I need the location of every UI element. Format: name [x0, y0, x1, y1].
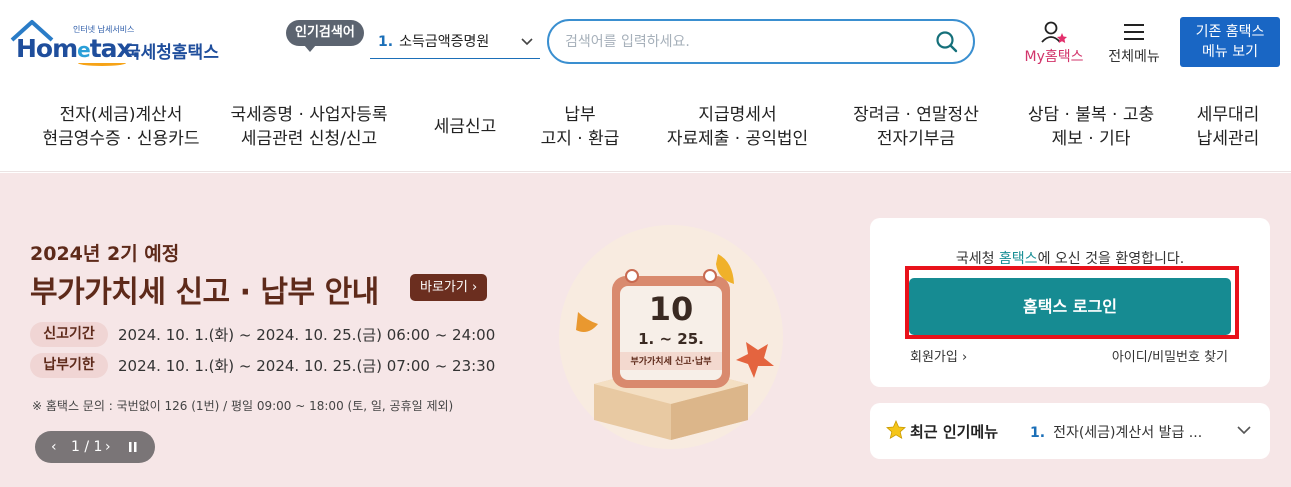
star-icon: [886, 419, 906, 444]
highlight-box: [905, 266, 1239, 339]
chevron-right-icon: ›: [471, 280, 478, 295]
logo-wordmark: Hometax.: [16, 34, 141, 63]
calendar-illustration: 10 1. ~ 25. 부가가치세 신고·납부: [558, 224, 784, 450]
header: 인터넷 납세서비스 Hometax. 국세청홈택스 인기검색어 1. 소득금액증명…: [0, 0, 1291, 86]
old-menu-button[interactable]: 기존 홈택스 메뉴 보기: [1180, 17, 1280, 67]
all-menu-label: 전체메뉴: [1108, 49, 1160, 65]
search-input[interactable]: [565, 30, 925, 54]
nav-item-payment-statements[interactable]: 지급명세서 자료제출 · 공익법인: [655, 103, 820, 151]
chevron-down-icon[interactable]: [1236, 420, 1252, 444]
old-menu-line2: 메뉴 보기: [1202, 44, 1258, 60]
banner-subtitle: 2024년 2기 예정: [30, 243, 180, 265]
chevron-right-icon: ›: [961, 350, 968, 365]
recent-menu-title: 최근 인기메뉴: [910, 423, 999, 441]
login-card: 국세청 홈택스에 오신 것을 환영합니다. 홈택스 로그인 회원가입 › 아이디…: [870, 218, 1270, 387]
recent-popular-menu: 최근 인기메뉴 1. 전자(세금)계산서 발급 ...: [870, 403, 1270, 459]
all-menu-button[interactable]: 전체메뉴: [1102, 20, 1166, 68]
pager-count: 1 / 1: [71, 439, 103, 455]
calendar-range: 1. ~ 25.: [638, 330, 704, 348]
payment-deadline-row: 납부기한 2024. 10. 1.(화) ~ 2024. 10. 25.(금) 0…: [30, 353, 495, 379]
find-id-password-link[interactable]: 아이디/비밀번호 찾기: [1112, 346, 1228, 365]
next-icon[interactable]: ›: [105, 431, 111, 463]
nav-item-e-invoice[interactable]: 전자(세금)계산서 현금영수증 · 신용카드: [27, 103, 215, 151]
old-menu-line1: 기존 홈택스: [1195, 24, 1265, 40]
join-link[interactable]: 회원가입 ›: [910, 346, 967, 365]
pause-icon[interactable]: [127, 431, 139, 475]
nav-item-consulting[interactable]: 상담 · 불복 · 고충 제보 · 기타: [1018, 103, 1164, 151]
payment-deadline-text: 2024. 10. 1.(화) ~ 2024. 10. 25.(금) 07:00…: [118, 357, 496, 375]
popular-search-term: 소득금액증명원: [399, 34, 490, 50]
my-hometax-button[interactable]: My홈택스: [1018, 20, 1090, 68]
filing-period-tag: 신고기간: [30, 322, 108, 347]
filing-period-row: 신고기간 2024. 10. 1.(화) ~ 2024. 10. 25.(금) 0…: [30, 322, 495, 348]
payment-deadline-tag: 납부기한: [30, 353, 108, 378]
nav-item-certificates[interactable]: 국세증명 · 사업자등록 세금관련 신청/신고: [217, 103, 401, 151]
main-navigation: 전자(세금)계산서 현금영수증 · 신용카드 국세증명 · 사업자등록 세금관련 신…: [0, 86, 1291, 172]
banner-title: 부가가치세 신고 · 납부 안내: [30, 275, 379, 310]
welcome-message: 국세청 홈택스에 오신 것을 환영합니다.: [955, 251, 1185, 267]
goto-button[interactable]: 바로가기 ›: [410, 274, 488, 301]
prev-icon[interactable]: ‹: [51, 431, 57, 463]
hamburger-icon: [1124, 24, 1144, 40]
hometax-logo[interactable]: 인터넷 납세서비스 Hometax. 국세청홈택스: [8, 18, 228, 70]
logo-swoosh: [78, 60, 126, 66]
search-box: [547, 19, 975, 64]
calendar-day: 10: [648, 290, 694, 328]
popular-search-rank: 1.: [378, 34, 394, 50]
logo-korean-name: 국세청홈택스: [125, 43, 219, 63]
user-star-icon: [1041, 21, 1067, 43]
filing-period-text: 2024. 10. 1.(화) ~ 2024. 10. 25.(금) 06:00…: [118, 326, 496, 344]
recent-menu-item[interactable]: 1. 전자(세금)계산서 발급 ...: [1030, 422, 1202, 442]
nav-item-tax-filing[interactable]: 세금신고: [420, 115, 510, 139]
my-hometax-label: My홈택스: [1024, 49, 1084, 65]
nav-item-tax-agent[interactable]: 세무대리 납세관리: [1190, 103, 1266, 151]
nav-item-payment[interactable]: 납부 고지 · 환급: [530, 103, 630, 151]
popular-search-dropdown[interactable]: 1. 소득금액증명원: [370, 28, 540, 59]
inquiry-notice: ※ 홈택스 문의 : 국번없이 126 (1번) / 평일 09:00 ~ 18…: [32, 399, 454, 413]
main-banner-area: 2024년 2기 예정 부가가치세 신고 · 납부 안내 바로가기 › 신고기간…: [0, 173, 1291, 487]
chevron-down-icon: [520, 28, 534, 67]
popular-search-badge: 인기검색어: [286, 20, 364, 52]
calendar-caption: 부가가치세 신고·납부: [630, 357, 712, 367]
search-icon[interactable]: [935, 30, 959, 54]
banner-pager: ‹ 1 / 1 ›: [35, 431, 155, 463]
nav-item-incentives[interactable]: 장려금 · 연말정산 전자기부금: [843, 103, 989, 151]
